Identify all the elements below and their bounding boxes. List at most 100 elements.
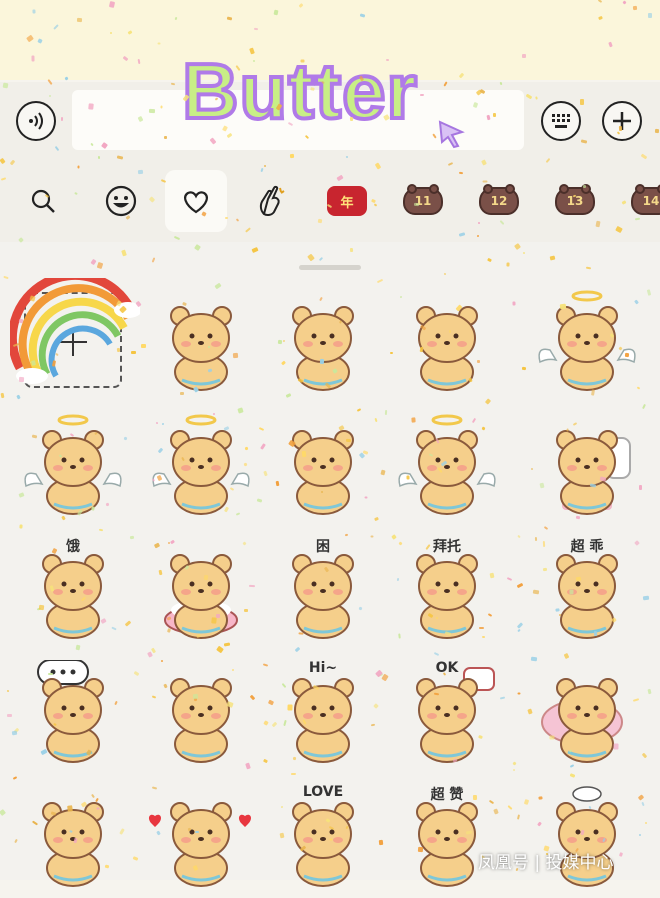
sticker-caption: 困 bbox=[316, 539, 330, 555]
confetti-piece bbox=[192, 693, 199, 700]
tab-search-icon[interactable] bbox=[12, 170, 74, 232]
sticker-cell[interactable]: 饿 bbox=[18, 536, 128, 646]
smiley-icon bbox=[105, 185, 137, 217]
confetti-piece bbox=[492, 112, 497, 118]
sticker-cell[interactable]: 困 bbox=[268, 536, 378, 646]
sticker-cell[interactable] bbox=[392, 412, 502, 522]
confetti-piece bbox=[163, 135, 168, 140]
confetti-piece bbox=[77, 165, 80, 169]
confetti-piece bbox=[582, 184, 587, 189]
confetti-piece bbox=[194, 830, 200, 834]
confetti-piece bbox=[642, 595, 650, 601]
confetti-piece bbox=[329, 838, 333, 841]
bear-angel-sticker bbox=[398, 414, 496, 515]
confetti-piece bbox=[648, 13, 652, 18]
tab-year-pack-icon-4[interactable]: 年 bbox=[316, 170, 378, 232]
confetti-piece bbox=[203, 574, 209, 581]
confetti-piece bbox=[385, 58, 390, 62]
sticker-cell[interactable]: LOVE bbox=[268, 784, 378, 894]
sticker-cell[interactable] bbox=[146, 412, 256, 522]
bear-angel-sticker bbox=[152, 414, 250, 515]
drag-handle[interactable] bbox=[299, 265, 361, 270]
confetti-piece bbox=[521, 366, 527, 371]
tab-heart-icon[interactable] bbox=[165, 170, 227, 232]
sticker-cell[interactable] bbox=[268, 288, 378, 398]
sticker-cell[interactable] bbox=[18, 659, 128, 770]
sticker-cell[interactable]: OK bbox=[392, 660, 502, 770]
confetti-piece bbox=[277, 339, 283, 345]
confetti-piece bbox=[31, 55, 35, 62]
sticker-cell[interactable] bbox=[18, 784, 128, 894]
confetti-piece bbox=[632, 5, 638, 11]
confetti-piece bbox=[569, 589, 574, 595]
confetti-piece bbox=[287, 704, 293, 711]
sticker-cell[interactable] bbox=[18, 412, 128, 522]
confetti-piece bbox=[38, 604, 45, 611]
confetti-piece bbox=[517, 692, 521, 695]
sticker-cell[interactable] bbox=[532, 288, 642, 398]
confetti-piece bbox=[319, 358, 325, 365]
sticker-caption: LOVE bbox=[302, 784, 344, 800]
confetti-piece bbox=[18, 376, 25, 383]
confetti-piece bbox=[248, 584, 256, 588]
confetti-piece bbox=[96, 807, 100, 810]
confetti-piece bbox=[18, 318, 24, 324]
bear-rain-sticker bbox=[556, 786, 618, 887]
bear-sticker bbox=[416, 306, 478, 391]
confetti-piece bbox=[478, 626, 485, 630]
confetti-piece bbox=[98, 528, 104, 532]
sticker-cell[interactable] bbox=[146, 536, 256, 646]
confetti-piece bbox=[88, 103, 94, 110]
confetti-piece bbox=[11, 730, 18, 736]
sticker-cell[interactable]: Hi~ bbox=[268, 660, 378, 770]
tab-bear-pack-icon-5[interactable]: 11 bbox=[392, 170, 454, 232]
sticker-caption: 饿 bbox=[66, 539, 80, 555]
confetti-piece bbox=[345, 438, 352, 443]
confetti-piece bbox=[69, 830, 73, 833]
bear-pack-icon: 12 bbox=[479, 184, 519, 215]
confetti-piece bbox=[613, 743, 619, 750]
tab-smiley-icon[interactable] bbox=[90, 170, 152, 232]
confetti-piece bbox=[298, 632, 304, 635]
confetti-piece bbox=[310, 87, 315, 91]
tab-hand-icon[interactable] bbox=[240, 170, 302, 232]
watermark: 凤凰号 | 投媒中心 bbox=[478, 853, 614, 873]
sticker-cell[interactable] bbox=[532, 660, 642, 770]
cursor-icon bbox=[438, 120, 465, 149]
sticker-cell[interactable] bbox=[532, 784, 642, 894]
bear-hi-sticker bbox=[292, 678, 354, 763]
confetti-piece bbox=[639, 485, 642, 490]
confetti-piece bbox=[419, 93, 425, 97]
sticker-cell[interactable]: 超 赞 bbox=[392, 784, 502, 894]
confetti-piece bbox=[398, 633, 401, 639]
sticker-cell[interactable] bbox=[146, 288, 256, 398]
confetti-piece bbox=[413, 202, 420, 207]
confetti-piece bbox=[481, 635, 486, 639]
confetti-piece bbox=[476, 359, 481, 364]
sticker-cell[interactable] bbox=[7, 270, 142, 388]
sticker-cell[interactable]: 拜托 bbox=[392, 536, 502, 646]
confetti-piece bbox=[489, 572, 495, 579]
sticker-cell[interactable] bbox=[532, 412, 642, 522]
confetti-piece bbox=[157, 42, 161, 45]
confetti-piece bbox=[417, 846, 424, 853]
sticker-cell[interactable] bbox=[268, 412, 378, 522]
sticker-caption: 超 乖 bbox=[570, 539, 604, 555]
bear-hearts-sticker bbox=[148, 802, 252, 887]
bear-ok-sticker bbox=[416, 667, 495, 763]
sticker-cell[interactable] bbox=[146, 784, 256, 894]
confetti-piece bbox=[624, 352, 630, 358]
sticker-cell[interactable] bbox=[392, 288, 502, 398]
confetti-piece bbox=[555, 608, 560, 612]
confetti-piece bbox=[575, 515, 581, 520]
sticker-cell[interactable]: 超 乖 bbox=[532, 536, 642, 646]
confetti-piece bbox=[116, 347, 121, 353]
confetti-piece bbox=[558, 613, 562, 617]
confetti-piece bbox=[129, 535, 135, 540]
confetti-piece bbox=[224, 216, 229, 220]
sticker-caption: 拜托 bbox=[433, 539, 461, 555]
sticker-cell[interactable] bbox=[146, 660, 256, 770]
bear-sticker bbox=[292, 430, 354, 515]
confetti-piece bbox=[130, 350, 137, 355]
confetti-piece bbox=[253, 27, 259, 31]
